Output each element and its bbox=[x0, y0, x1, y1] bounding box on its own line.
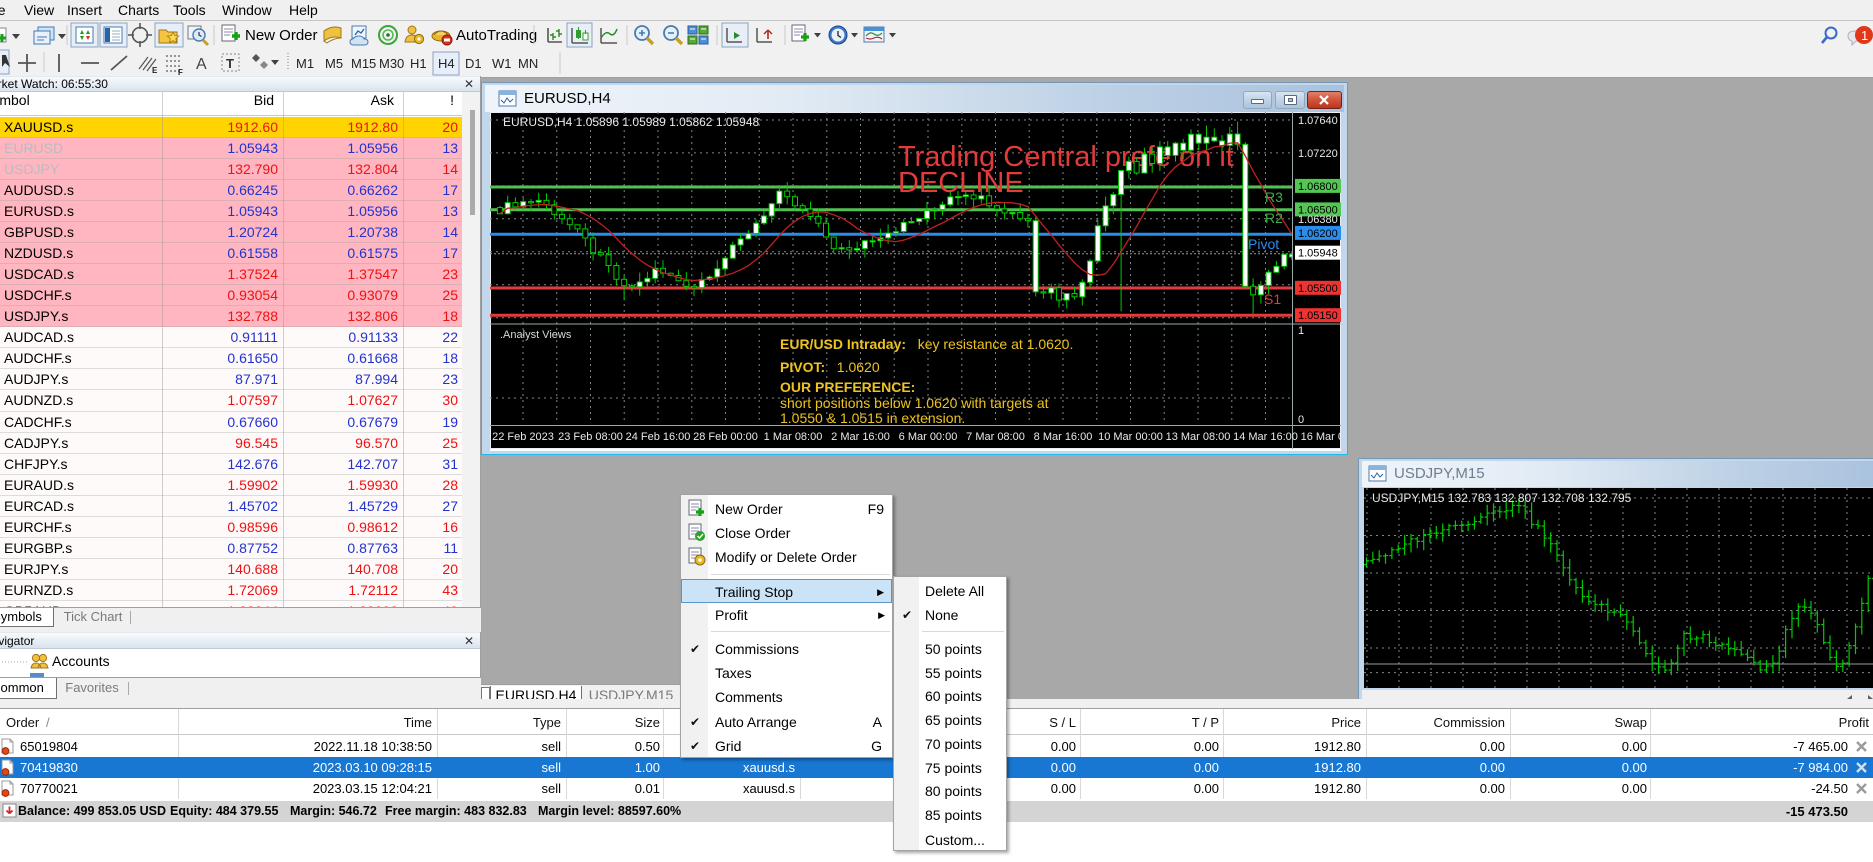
svg-text:28 Feb 00:00: 28 Feb 00:00 bbox=[693, 431, 758, 443]
svg-text:DECLINE: DECLINE bbox=[898, 167, 1024, 199]
svg-text:H1: H1 bbox=[410, 56, 427, 71]
svg-text:Pivot: Pivot bbox=[1248, 236, 1279, 252]
svg-text:1.0550 & 1.0515 in extension.: 1.0550 & 1.0515 in extension. bbox=[780, 410, 965, 426]
svg-text:R3: R3 bbox=[1265, 189, 1283, 205]
svg-text:OUR PREFERENCE:: OUR PREFERENCE: bbox=[780, 379, 915, 395]
svg-text:16 Mar 00:00: 16 Mar 00:00 bbox=[1301, 431, 1341, 443]
svg-text:E: E bbox=[152, 66, 158, 75]
svg-text:R2: R2 bbox=[1265, 210, 1283, 226]
svg-text:1.06200: 1.06200 bbox=[1298, 228, 1338, 240]
svg-text:6 Mar 00:00: 6 Mar 00:00 bbox=[899, 431, 958, 443]
svg-text:A: A bbox=[196, 56, 207, 73]
svg-text:23 Feb 08:00: 23 Feb 08:00 bbox=[558, 431, 623, 443]
svg-text:8 Mar 16:00: 8 Mar 16:00 bbox=[1034, 431, 1093, 443]
svg-text:24 Feb 16:00: 24 Feb 16:00 bbox=[626, 431, 691, 443]
svg-text:M1: M1 bbox=[296, 56, 314, 71]
svg-text:1.05150: 1.05150 bbox=[1298, 310, 1338, 322]
svg-text:PIVOT: 1.0620: PIVOT: 1.0620 bbox=[780, 359, 880, 375]
svg-text:1.07220: 1.07220 bbox=[1298, 148, 1338, 160]
svg-text:H4: H4 bbox=[438, 56, 455, 71]
svg-text:14 Mar 16:00: 14 Mar 16:00 bbox=[1233, 431, 1298, 443]
svg-text:2 Mar 16:00: 2 Mar 16:00 bbox=[831, 431, 890, 443]
svg-text:7 Mar 08:00: 7 Mar 08:00 bbox=[966, 431, 1025, 443]
svg-text:13 Mar 08:00: 13 Mar 08:00 bbox=[1166, 431, 1231, 443]
svg-text:1 Mar 08:00: 1 Mar 08:00 bbox=[764, 431, 823, 443]
svg-text:M5: M5 bbox=[325, 56, 343, 71]
svg-text:1: 1 bbox=[1861, 28, 1868, 43]
svg-text:22 Feb 2023: 22 Feb 2023 bbox=[492, 431, 554, 443]
svg-text:M15: M15 bbox=[351, 56, 376, 71]
svg-text:1.05500: 1.05500 bbox=[1298, 283, 1338, 295]
svg-text:10 Mar 00:00: 10 Mar 00:00 bbox=[1098, 431, 1163, 443]
svg-text:MN: MN bbox=[518, 56, 538, 71]
svg-text:short positions below 1.0620 w: short positions below 1.0620 with target… bbox=[780, 395, 1049, 411]
svg-text:AutoTrading: AutoTrading bbox=[456, 27, 537, 44]
svg-text:1.06800: 1.06800 bbox=[1298, 181, 1338, 193]
svg-text:.Analyst Views: .Analyst Views bbox=[500, 329, 572, 341]
svg-text:S1: S1 bbox=[1264, 291, 1281, 307]
svg-text:M30: M30 bbox=[379, 56, 404, 71]
svg-text:0: 0 bbox=[1298, 414, 1304, 426]
svg-text:T: T bbox=[226, 56, 234, 71]
svg-text:W1: W1 bbox=[492, 56, 512, 71]
svg-text:1.05948: 1.05948 bbox=[1298, 248, 1338, 260]
svg-text:New Order: New Order bbox=[245, 27, 318, 44]
svg-text:1.06380: 1.06380 bbox=[1298, 214, 1338, 226]
svg-text:USDJPY,M15 132.783 132.807 13: USDJPY,M15 132.783 132.807 132.708 132.7… bbox=[1372, 491, 1632, 505]
svg-text:EUR/USD Intraday: key resist: EUR/USD Intraday: key resistance at 1.06… bbox=[780, 336, 1073, 352]
svg-text:EURUSD,H4 1.05896 1.05989 1.0: EURUSD,H4 1.05896 1.05989 1.05862 1.0594… bbox=[503, 115, 760, 129]
svg-text:1.07640: 1.07640 bbox=[1298, 115, 1338, 127]
svg-text:D1: D1 bbox=[465, 56, 482, 71]
